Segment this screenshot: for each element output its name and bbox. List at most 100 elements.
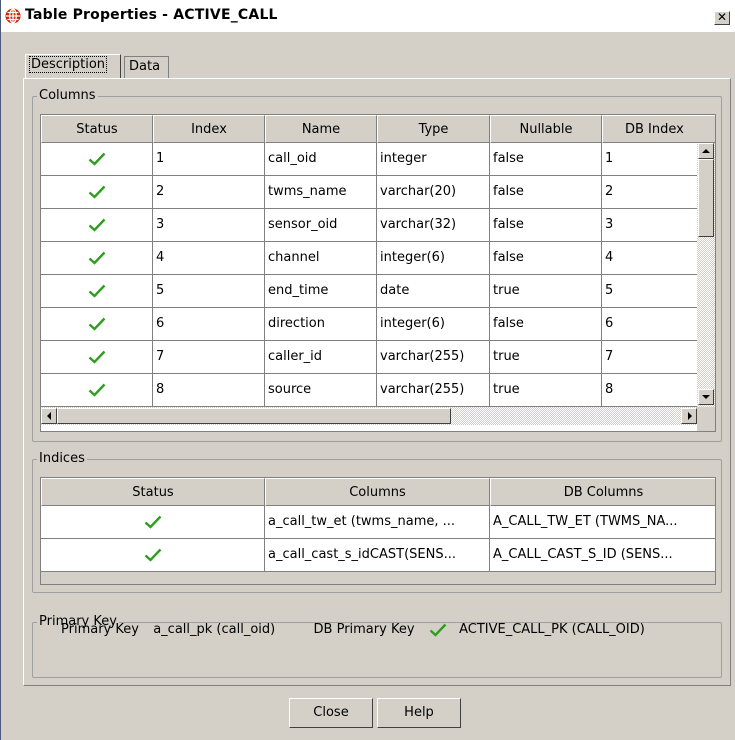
checkmark-icon: [88, 317, 105, 331]
status-cell: [41, 275, 153, 308]
horizontal-scroll-thumb[interactable]: [57, 408, 451, 424]
index-cell: 8: [153, 374, 265, 407]
index-cell: 3: [153, 209, 265, 242]
indices-header-status[interactable]: Status: [41, 478, 265, 506]
checkmark-icon: [144, 515, 161, 529]
column-header-type[interactable]: Type: [377, 115, 490, 143]
index-cell: 6: [153, 308, 265, 341]
type-cell: integer: [377, 143, 490, 176]
tab-data-label: Data: [129, 59, 161, 74]
checkmark-icon: [88, 383, 105, 397]
arrow-up-icon: [702, 149, 710, 153]
indices-group: Indices Status Columns DB Columns a_call…: [32, 451, 722, 593]
index-cell: 7: [153, 341, 265, 374]
status-cell: [41, 506, 265, 539]
table-globe-icon: [5, 8, 21, 24]
table-row[interactable]: 1 call_oid integer false 1: [41, 143, 697, 176]
primary-key-line: Primary Key a_call_pk (call_oid) DB Prim…: [61, 622, 645, 637]
type-cell: varchar(255): [377, 341, 490, 374]
status-cell: [41, 242, 153, 275]
vertical-scroll-thumb[interactable]: [698, 159, 714, 237]
primary-key-value: a_call_pk (call_oid): [153, 622, 276, 637]
db-index-cell: 7: [602, 341, 697, 374]
nullable-cell: true: [490, 275, 602, 308]
checkmark-icon: [88, 350, 105, 364]
column-header-index[interactable]: Index: [153, 115, 265, 143]
scrollbar-corner: [697, 407, 715, 431]
status-cell: [41, 209, 153, 242]
column-header-db-index[interactable]: DB Index: [602, 115, 715, 143]
db-primary-key-label: DB Primary Key: [313, 622, 415, 637]
close-button[interactable]: Close: [289, 698, 373, 728]
nullable-cell: true: [490, 341, 602, 374]
nullable-cell: false: [490, 143, 602, 176]
tab-data[interactable]: Data: [124, 56, 169, 78]
close-window-button[interactable]: ✕: [714, 11, 730, 25]
nullable-cell: false: [490, 209, 602, 242]
columns-vertical-scrollbar[interactable]: [697, 143, 715, 407]
help-button[interactable]: Help: [377, 698, 461, 728]
db-primary-key-value: ACTIVE_CALL_PK (CALL_OID): [459, 622, 645, 637]
name-cell: end_time: [265, 275, 377, 308]
scroll-left-button[interactable]: [41, 408, 57, 424]
type-cell: integer(6): [377, 308, 490, 341]
table-row[interactable]: 4 channel integer(6) false 4: [41, 242, 697, 275]
name-cell: channel: [265, 242, 377, 275]
arrow-down-icon: [702, 395, 710, 399]
index-cell: 4: [153, 242, 265, 275]
nullable-cell: false: [490, 176, 602, 209]
type-cell: varchar(20): [377, 176, 490, 209]
column-header-name[interactable]: Name: [265, 115, 377, 143]
checkmark-icon: [144, 548, 161, 562]
db-index-cell: 3: [602, 209, 697, 242]
indices-table-body: a_call_tw_et (twms_name, ... A_CALL_TW_ET…: [41, 506, 715, 572]
scroll-up-button[interactable]: [698, 143, 714, 159]
checkmark-icon: [429, 623, 447, 637]
columns-cell: a_call_tw_et (twms_name, ...: [265, 506, 490, 539]
primary-key-label: Primary Key: [61, 622, 139, 637]
status-cell: [41, 539, 265, 572]
table-properties-window: Table Properties - ACTIVE_CALL ✕ Descrip…: [0, 0, 735, 740]
table-row[interactable]: a_call_tw_et (twms_name, ... A_CALL_TW_ET…: [41, 506, 715, 539]
description-panel: Columns Status Index Name Type Nullable …: [23, 78, 731, 686]
window-title: Table Properties - ACTIVE_CALL: [25, 7, 278, 23]
column-header-status[interactable]: Status: [41, 115, 153, 143]
table-row[interactable]: 2 twms_name varchar(20) false 2: [41, 176, 697, 209]
title-bar[interactable]: Table Properties - ACTIVE_CALL ✕: [1, 0, 735, 32]
db-index-cell: 2: [602, 176, 697, 209]
name-cell: call_oid: [265, 143, 377, 176]
db-index-cell: 6: [602, 308, 697, 341]
nullable-cell: false: [490, 308, 602, 341]
table-row[interactable]: a_call_cast_s_idCAST(SENS... A_CALL_CAST_…: [41, 539, 715, 572]
indices-header-db-columns[interactable]: DB Columns: [490, 478, 715, 506]
column-header-nullable[interactable]: Nullable: [490, 115, 602, 143]
columns-horizontal-scrollbar[interactable]: [41, 407, 697, 425]
table-row[interactable]: 5 end_time date true 5: [41, 275, 697, 308]
table-row[interactable]: 7 caller_id varchar(255) true 7: [41, 341, 697, 374]
status-cell: [41, 308, 153, 341]
status-cell: [41, 143, 153, 176]
indices-header-columns[interactable]: Columns: [265, 478, 490, 506]
type-cell: varchar(255): [377, 374, 490, 407]
checkmark-icon: [88, 284, 105, 298]
tab-description-label: Description: [28, 56, 108, 73]
checkmark-icon: [88, 218, 105, 232]
tab-description[interactable]: Description: [25, 54, 121, 79]
table-row[interactable]: 6 direction integer(6) false 6: [41, 308, 697, 341]
table-row[interactable]: 3 sensor_oid varchar(32) false 3: [41, 209, 697, 242]
nullable-cell: true: [490, 374, 602, 407]
index-cell: 5: [153, 275, 265, 308]
table-row[interactable]: 8 source varchar(255) true 8: [41, 374, 697, 407]
index-cell: 1: [153, 143, 265, 176]
columns-group-title: Columns: [37, 88, 98, 104]
name-cell: twms_name: [265, 176, 377, 209]
name-cell: source: [265, 374, 377, 407]
indices-table: Status Columns DB Columns a_call_tw_et (…: [40, 477, 716, 585]
scroll-down-button[interactable]: [698, 389, 714, 405]
name-cell: caller_id: [265, 341, 377, 374]
scroll-right-button[interactable]: [681, 408, 697, 424]
status-cell: [41, 374, 153, 407]
name-cell: direction: [265, 308, 377, 341]
name-cell: sensor_oid: [265, 209, 377, 242]
checkmark-icon: [88, 152, 105, 166]
